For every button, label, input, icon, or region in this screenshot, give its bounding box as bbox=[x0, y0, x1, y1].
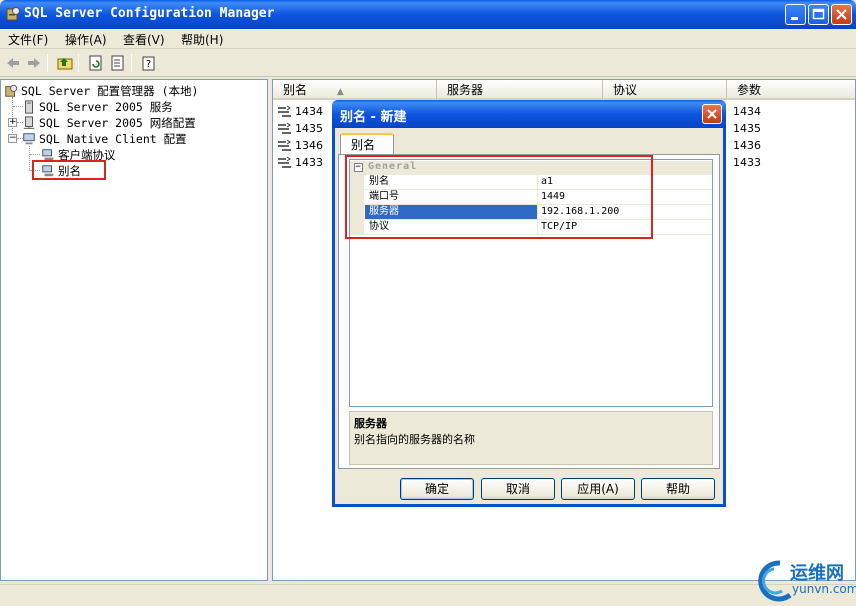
ok-button[interactable]: 确定 bbox=[400, 478, 474, 500]
server-icon bbox=[25, 100, 33, 114]
window-title-bar[interactable]: SQL Server Configuration Manager bbox=[0, 0, 856, 29]
menu-bar: 文件(F) 操作(A) 查看(V) 帮助(H) bbox=[0, 29, 856, 49]
list-item[interactable]: 1434 bbox=[277, 103, 323, 120]
column-header-parameters[interactable]: 参数 bbox=[727, 80, 855, 100]
close-icon bbox=[707, 109, 717, 119]
list-item-param: 1435 bbox=[733, 122, 761, 135]
watermark-url: yunvn.com bbox=[792, 582, 856, 596]
cancel-button[interactable]: 取消 bbox=[481, 478, 555, 500]
tree-item-label: SQL Server 2005 服务 bbox=[39, 100, 173, 114]
toolbar-separator bbox=[78, 54, 79, 72]
tree-item-root[interactable]: SQL Server 配置管理器 (本地) bbox=[4, 83, 198, 99]
highlight-box bbox=[32, 160, 106, 180]
up-folder-button[interactable] bbox=[55, 53, 75, 73]
menu-help[interactable]: 帮助(H) bbox=[181, 31, 223, 48]
alias-entry-icon bbox=[278, 122, 291, 134]
tree-item-label: SQL Server 2005 网络配置 bbox=[39, 116, 196, 130]
sort-arrow-icon: ▲ bbox=[336, 87, 344, 97]
export-button[interactable] bbox=[108, 53, 128, 73]
svg-text:?: ? bbox=[146, 59, 151, 70]
expand-icon[interactable]: + bbox=[8, 118, 17, 127]
list-item[interactable]: 1346 bbox=[277, 137, 323, 154]
collapse-icon[interactable]: − bbox=[8, 134, 17, 143]
description-text: 别名指向的服务器的名称 bbox=[354, 433, 475, 446]
maximize-icon bbox=[812, 8, 825, 20]
column-header-label: 协议 bbox=[613, 83, 638, 97]
list-item-alias: 1346 bbox=[295, 139, 323, 152]
toolbar-separator bbox=[131, 54, 132, 72]
client-computer-icon bbox=[23, 133, 35, 145]
menu-view[interactable]: 查看(V) bbox=[123, 31, 165, 48]
up-folder-icon bbox=[57, 58, 73, 70]
column-header-alias[interactable]: 别名 ▲ bbox=[273, 80, 437, 100]
list-item-alias: 1433 bbox=[295, 156, 323, 169]
minimize-button[interactable] bbox=[785, 4, 806, 25]
close-button[interactable] bbox=[831, 4, 852, 25]
tree-item-native-client[interactable]: SQL Native Client 配置 bbox=[22, 131, 187, 147]
list-item-alias: 1434 bbox=[295, 105, 323, 118]
dialog-title-bar[interactable]: 别名 - 新建 bbox=[332, 100, 726, 128]
alias-entry-icon bbox=[278, 156, 291, 168]
list-item-alias: 1435 bbox=[295, 122, 323, 135]
alias-entry-icon bbox=[278, 105, 291, 117]
column-header-server[interactable]: 服务器 bbox=[437, 80, 603, 100]
tab-alias[interactable]: 别名 bbox=[340, 133, 394, 155]
apply-button[interactable]: 应用(A) bbox=[561, 478, 635, 500]
menu-action[interactable]: 操作(A) bbox=[65, 31, 107, 48]
column-header-label: 参数 bbox=[737, 83, 762, 97]
list-item-param: 1433 bbox=[733, 156, 761, 169]
dialog-title: 别名 - 新建 bbox=[340, 110, 407, 125]
refresh-button[interactable] bbox=[86, 53, 106, 73]
help-button[interactable]: 帮助 bbox=[641, 478, 715, 500]
back-arrow-icon bbox=[7, 58, 19, 68]
highlight-box bbox=[345, 155, 653, 239]
status-bar bbox=[0, 584, 856, 606]
tree-item-label: SQL Native Client 配置 bbox=[39, 132, 187, 146]
list-item[interactable]: 1433 bbox=[277, 154, 323, 171]
tree-pane[interactable]: SQL Server 配置管理器 (本地) SQL Server 2005 服务… bbox=[0, 79, 268, 581]
help-book-icon: ? bbox=[142, 56, 155, 71]
description-pane: 服务器 别名指向的服务器的名称 bbox=[349, 411, 713, 465]
alias-entry-icon bbox=[278, 139, 291, 151]
refresh-icon bbox=[89, 55, 102, 71]
forward-button[interactable] bbox=[24, 53, 44, 73]
tree-item-network[interactable]: SQL Server 2005 网络配置 bbox=[22, 115, 196, 131]
column-header-protocol[interactable]: 协议 bbox=[603, 80, 727, 100]
description-title: 服务器 bbox=[354, 417, 387, 430]
dialog-close-button[interactable] bbox=[702, 104, 722, 124]
tree-connector bbox=[29, 146, 30, 171]
config-manager-icon bbox=[5, 84, 18, 97]
tree-item-label: SQL Server 配置管理器 (本地) bbox=[21, 84, 199, 98]
menu-file[interactable]: 文件(F) bbox=[8, 31, 48, 48]
close-icon bbox=[836, 9, 847, 20]
maximize-button[interactable] bbox=[808, 4, 829, 25]
tree-connector bbox=[30, 154, 40, 155]
back-button[interactable] bbox=[3, 53, 23, 73]
network-server-icon bbox=[23, 116, 35, 129]
minimize-icon bbox=[791, 17, 798, 20]
column-header-label: 服务器 bbox=[447, 83, 484, 97]
forward-arrow-icon bbox=[28, 58, 40, 68]
window-title: SQL Server Configuration Manager bbox=[24, 6, 275, 21]
export-list-icon bbox=[111, 55, 124, 71]
toolbar-separator bbox=[47, 54, 48, 72]
column-header-label: 别名 bbox=[283, 83, 308, 97]
tree-item-services[interactable]: SQL Server 2005 服务 bbox=[22, 99, 173, 115]
list-item-param: 1434 bbox=[733, 105, 761, 118]
help-toolbar-button[interactable]: ? bbox=[139, 53, 159, 73]
config-manager-icon bbox=[6, 7, 20, 21]
list-item[interactable]: 1435 bbox=[277, 120, 323, 137]
toolbar: ? bbox=[0, 50, 856, 77]
list-item-param: 1436 bbox=[733, 139, 761, 152]
